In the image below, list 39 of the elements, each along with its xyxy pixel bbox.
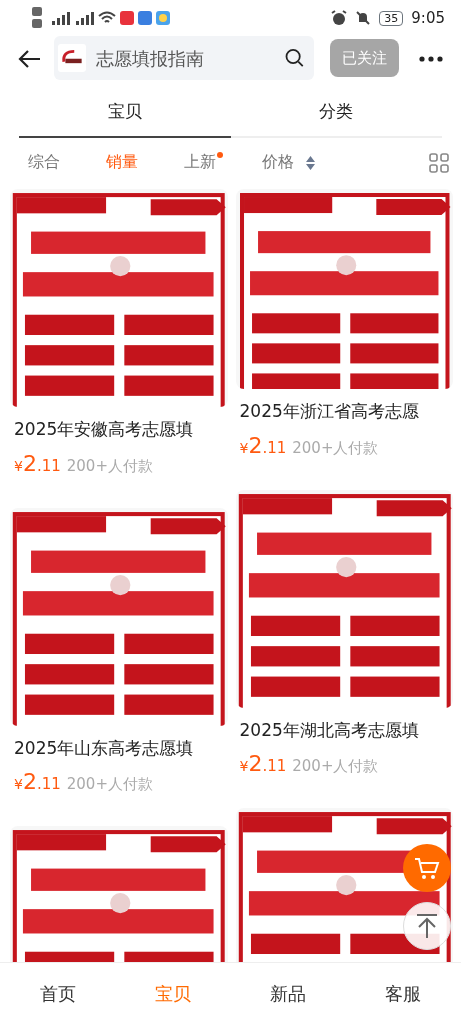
sales-count: 200+人付款: [66, 455, 153, 477]
grid-icon: [429, 152, 449, 173]
product-price: ¥2.11: [14, 449, 61, 478]
wifi-icon: [98, 11, 116, 25]
arrow-up-icon: [415, 913, 439, 939]
app-icon: [138, 11, 152, 25]
battery-indicator: 35: [379, 10, 404, 26]
search-field[interactable]: 志愿填报指南: [94, 43, 277, 73]
signal-icon: [74, 11, 94, 25]
nav-item[interactable]: 客服: [345, 979, 461, 1008]
product-price: ¥2.11: [239, 431, 287, 460]
product-price: ¥2.11: [239, 750, 287, 778]
sort-option[interactable]: 综合: [28, 150, 68, 174]
nav-item[interactable]: 首页: [0, 979, 116, 1008]
layout-toggle[interactable]: [429, 150, 449, 174]
sales-count: 200+人付款: [292, 756, 379, 777]
sales-count: 200+人付款: [292, 437, 379, 459]
app-icon: [120, 11, 134, 25]
product-title[interactable]: 2025年浙江省高考志愿: [239, 399, 453, 425]
product-title[interactable]: 2025年湖北高考志愿填: [239, 717, 453, 743]
sort-option[interactable]: 上新: [184, 150, 224, 174]
weather-icon: [156, 11, 170, 25]
mute-icon: [355, 10, 372, 26]
nav-item[interactable]: 新品: [230, 979, 346, 1008]
product-title[interactable]: 2025年山东高考志愿填: [14, 735, 228, 761]
tab[interactable]: 宝贝: [19, 88, 231, 138]
search-bar[interactable]: 志愿填报指南: [54, 36, 314, 80]
cart-icon: [414, 856, 440, 880]
back-icon: [18, 48, 42, 69]
product-price: ¥2.11: [14, 768, 61, 796]
alarm-icon: [331, 10, 348, 26]
sort-icon: [306, 155, 315, 170]
sales-count: 200+人付款: [66, 774, 153, 795]
product-title[interactable]: 2025年安徽高考志愿填: [14, 417, 228, 443]
sort-option[interactable]: 价格: [262, 150, 302, 174]
status-time: 9:05: [411, 7, 445, 29]
signal-icon: [50, 11, 70, 25]
more-icon: [419, 55, 443, 62]
tab[interactable]: 分类: [230, 88, 442, 138]
